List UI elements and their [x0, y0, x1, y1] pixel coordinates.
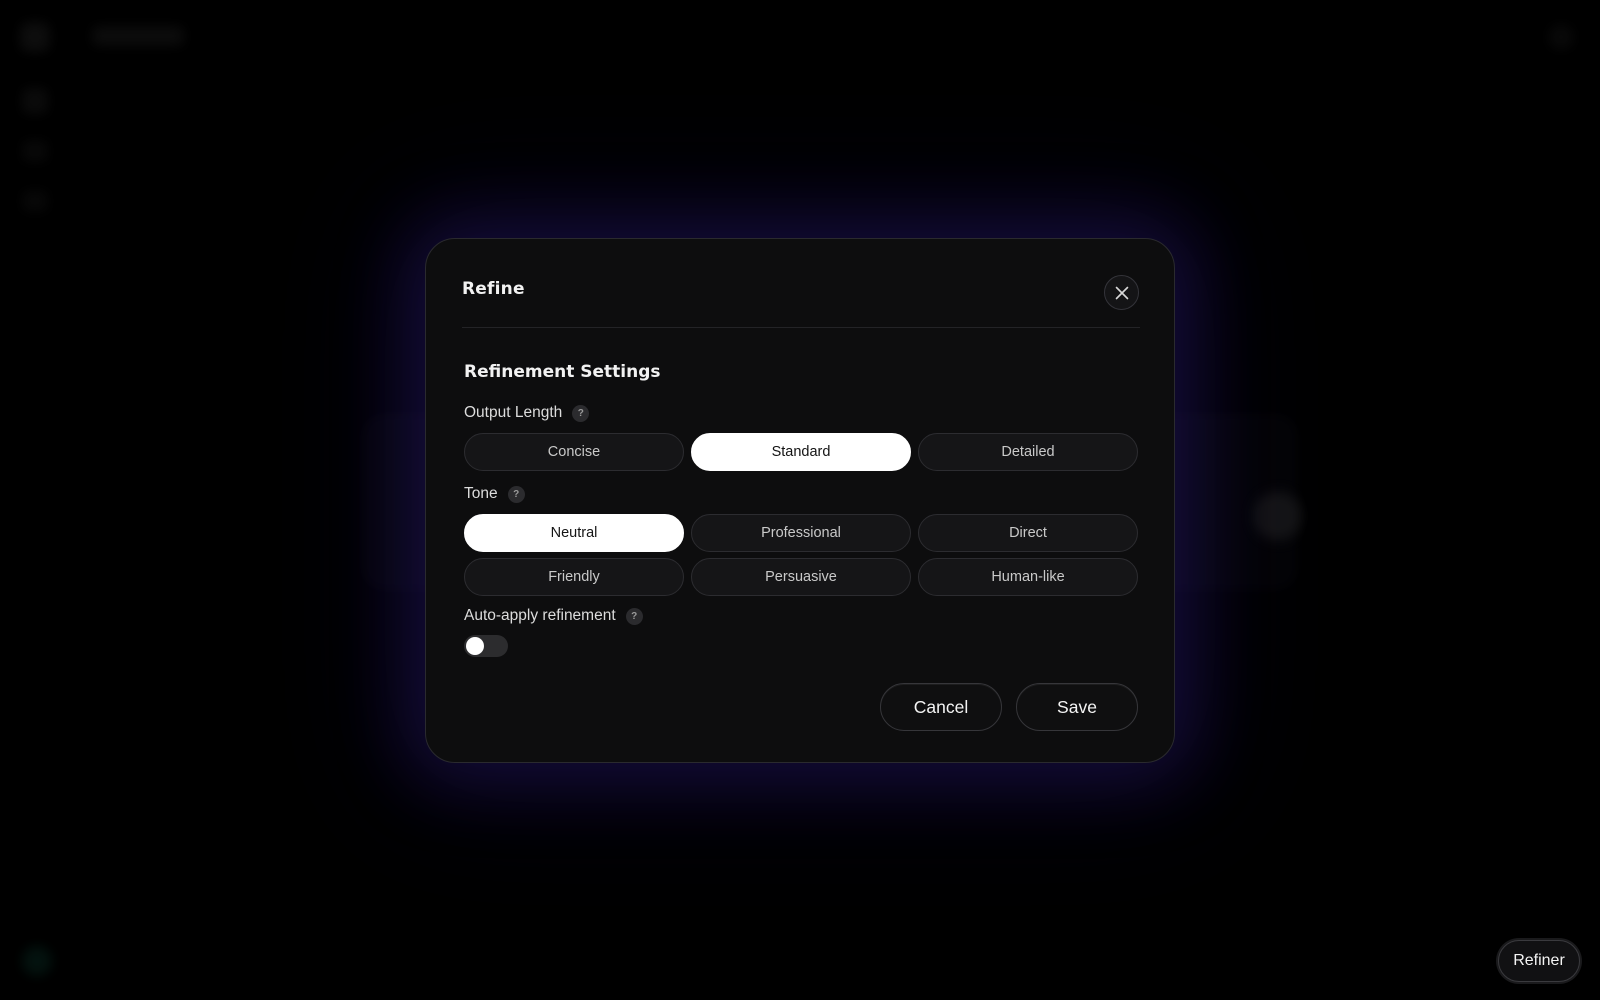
help-icon[interactable]: ? — [507, 485, 525, 503]
tone-option-neutral[interactable]: Neutral — [464, 514, 684, 552]
refiner-button[interactable]: Refiner — [1498, 940, 1580, 982]
header-divider — [462, 327, 1140, 328]
output-length-label-row: Output Length ? — [464, 404, 590, 422]
auto-apply-label: Auto-apply refinement — [464, 607, 616, 624]
save-button[interactable]: Save — [1016, 683, 1138, 731]
tone-option-friendly[interactable]: Friendly — [464, 558, 684, 596]
toggle-knob — [466, 637, 484, 655]
auto-apply-toggle[interactable] — [464, 635, 508, 657]
help-icon[interactable]: ? — [625, 607, 643, 625]
close-icon — [1115, 286, 1128, 299]
section-title: Refinement Settings — [464, 362, 661, 382]
tone-option-human-like[interactable]: Human-like — [918, 558, 1138, 596]
tone-label: Tone — [464, 485, 498, 502]
refine-dialog: Refine Refinement Settings Output Length… — [425, 238, 1175, 763]
output-length-option-concise[interactable]: Concise — [464, 433, 684, 471]
dialog-title: Refine — [462, 279, 525, 299]
cancel-button[interactable]: Cancel — [880, 683, 1002, 731]
tone-option-persuasive[interactable]: Persuasive — [691, 558, 911, 596]
close-button[interactable] — [1104, 275, 1139, 310]
auto-apply-label-row: Auto-apply refinement ? — [464, 607, 643, 625]
output-length-option-standard[interactable]: Standard — [691, 433, 911, 471]
tone-label-row: Tone ? — [464, 485, 525, 503]
help-icon[interactable]: ? — [572, 404, 590, 422]
tone-option-direct[interactable]: Direct — [918, 514, 1138, 552]
output-length-label: Output Length — [464, 404, 563, 421]
output-length-option-detailed[interactable]: Detailed — [918, 433, 1138, 471]
tone-option-professional[interactable]: Professional — [691, 514, 911, 552]
